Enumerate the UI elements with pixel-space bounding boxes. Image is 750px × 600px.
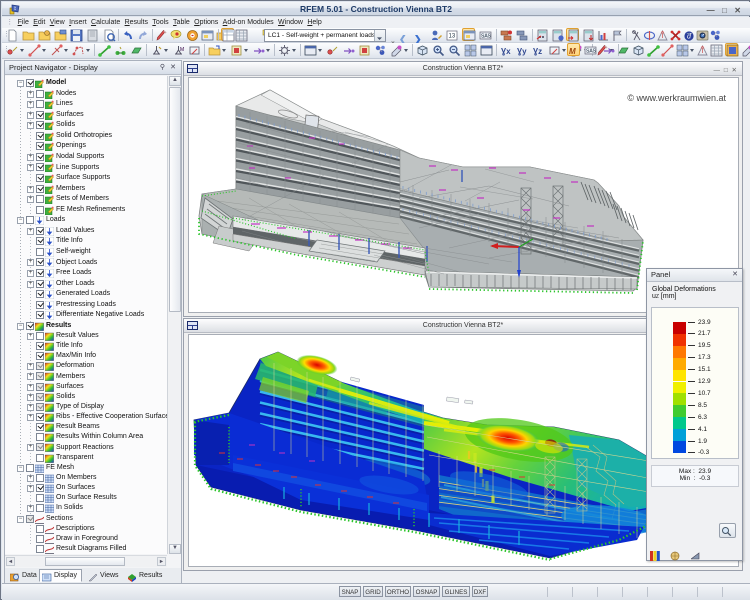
svg-text:M: M [569, 47, 576, 56]
svg-text:Ɣz: Ɣz [533, 47, 542, 56]
svg-text:SAS: SAS [481, 34, 492, 40]
svg-text:Ɣx: Ɣx [501, 47, 511, 56]
svg-text:Ɣy: Ɣy [517, 47, 527, 56]
svg-text:SAS: SAS [586, 49, 597, 55]
svg-text:13: 13 [449, 34, 456, 40]
svg-text:M: M [180, 47, 184, 53]
